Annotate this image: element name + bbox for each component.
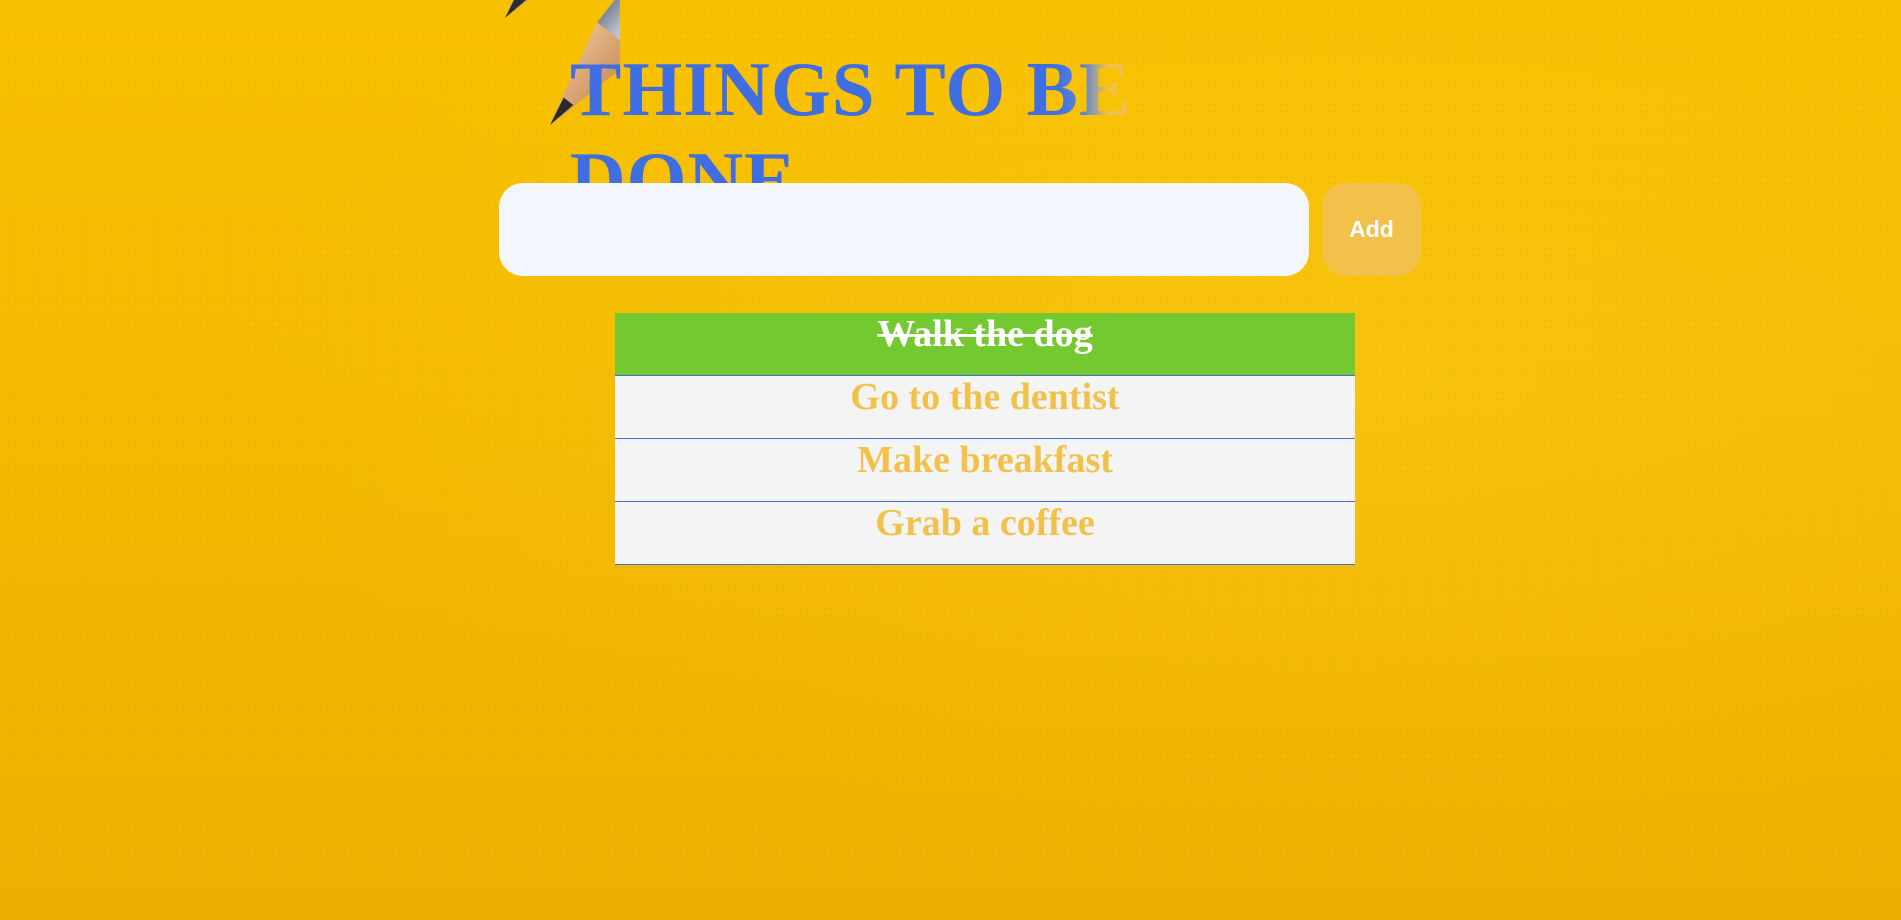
new-task-input[interactable] bbox=[499, 183, 1309, 276]
task-item-go-to-the-dentist[interactable]: Go to the dentist bbox=[615, 376, 1355, 439]
task-list: Walk the dog Go to the dentist Make brea… bbox=[615, 313, 1355, 565]
add-button[interactable]: Add bbox=[1322, 183, 1421, 276]
task-item-walk-the-dog[interactable]: Walk the dog bbox=[615, 313, 1355, 376]
task-item-make-breakfast[interactable]: Make breakfast bbox=[615, 439, 1355, 502]
pencils-background-image bbox=[505, 0, 620, 125]
task-item-grab-a-coffee[interactable]: Grab a coffee bbox=[615, 502, 1355, 565]
